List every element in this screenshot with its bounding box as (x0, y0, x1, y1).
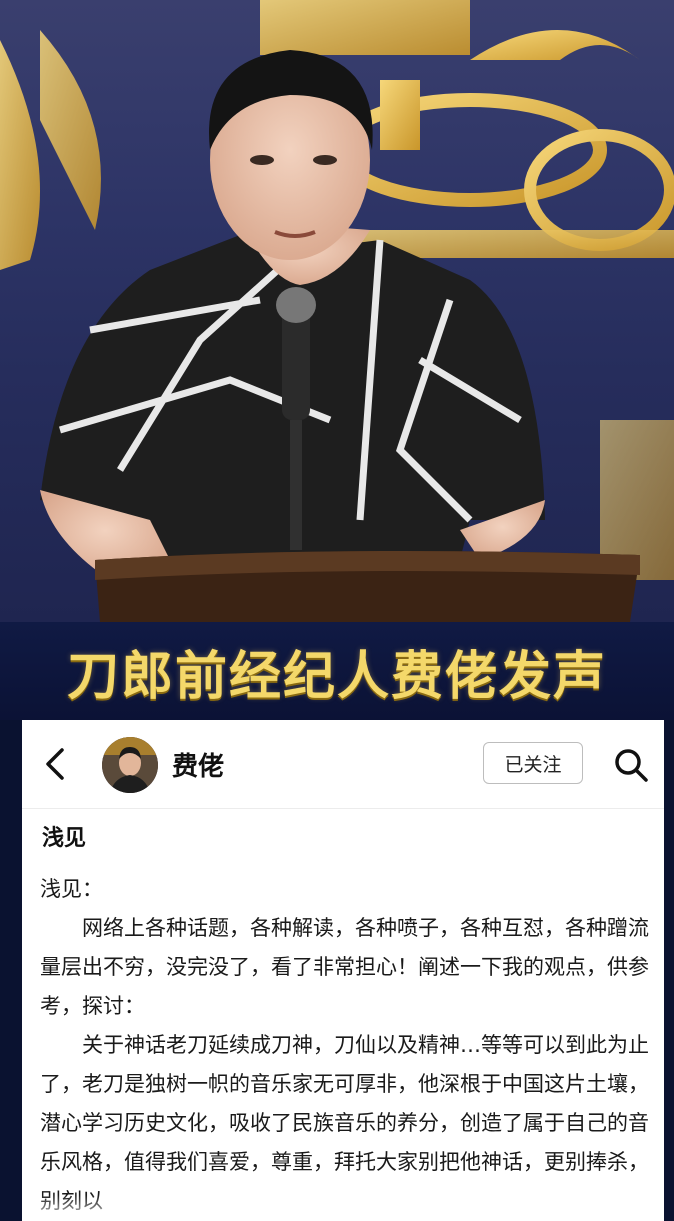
speaker-photo-illustration (0, 0, 674, 622)
chevron-left-icon[interactable] (40, 746, 70, 782)
post-screenshot: 费佬 已关注 浅见 浅见： 网络上各种话题，各种解读，各种喷子，各种互怼，各种蹭… (22, 720, 664, 1221)
top-nav: 费佬 已关注 (22, 720, 664, 809)
avatar[interactable] (102, 737, 158, 793)
username[interactable]: 费佬 (172, 746, 224, 783)
post-paragraph: 关于神话老刀延续成刀神，刀仙以及精神…等等可以到此为止了，老刀是独树一帜的音乐家… (40, 1033, 649, 1213)
post-title: 浅见 (42, 826, 87, 851)
post-paragraph: 浅见： (40, 877, 103, 901)
speaker-photo (0, 0, 674, 622)
title-banner: 刀郎前经纪人费佬发声 (0, 622, 674, 720)
post-paragraph: 网络上各种话题，各种解读，各种喷子，各种互怼，各种蹭流量层出不穷，没完没了，看了… (40, 916, 649, 1018)
banner-title: 刀郎前经纪人费佬发声 (66, 646, 607, 707)
post-body: 浅见： 网络上各种话题，各种解读，各种喷子，各种互怼，各种蹭流量层出不穷，没完没… (40, 870, 650, 1221)
bottom-fade (22, 1195, 664, 1221)
search-icon[interactable] (612, 746, 650, 784)
follow-button[interactable]: 已关注 (483, 742, 583, 784)
avatar-image (102, 737, 158, 793)
